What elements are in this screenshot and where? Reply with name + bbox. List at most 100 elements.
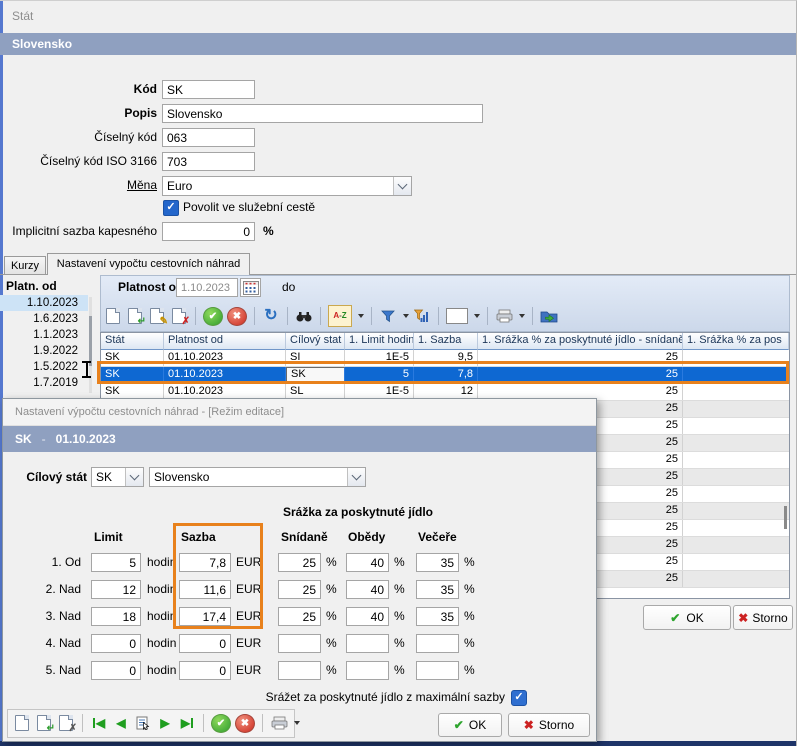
platnost-od-date-input[interactable] [176,278,238,297]
snidane-input[interactable] [278,553,321,572]
obedy-input[interactable] [346,661,389,680]
obedy-input[interactable] [346,553,389,572]
column-header[interactable]: Platnost od [164,333,286,350]
print-icon[interactable] [270,714,288,732]
tab-kurzy[interactable]: Kurzy [4,256,46,275]
vecere-input[interactable] [416,661,459,680]
first-record-icon[interactable]: ◀ [90,714,108,732]
vecere-input[interactable] [416,607,459,626]
column-header[interactable]: 1. Srážka % za poskytnuté jídlo - snídan… [478,333,683,350]
cilovy-name-dropdown-button[interactable] [347,468,365,486]
obedy-input[interactable] [346,607,389,626]
sazba-input[interactable] [179,634,231,653]
iso-kod-input[interactable] [162,152,255,171]
list-item[interactable]: 1.9.2022 [0,343,88,359]
table-row[interactable]: SK 01.10.2023 SI 1E-5 9,5 25 [101,350,789,367]
last-record-icon[interactable]: ▶ [178,714,196,732]
search-icon[interactable] [295,307,313,325]
mena-label[interactable]: Měna [2,176,157,195]
refresh-icon[interactable]: ↻ [262,307,280,325]
filter-graph-icon[interactable] [413,307,431,325]
dialog-ok-button[interactable]: ✔ OK [438,713,502,737]
snidane-input[interactable] [278,607,321,626]
popis-input[interactable] [162,104,483,123]
print-dropdown-icon[interactable] [294,721,300,725]
next-record-icon[interactable]: ▶ [156,714,174,732]
snidane-input[interactable] [278,580,321,599]
tab-nastaveni-nahrad[interactable]: Nastavení vypočtu cestovních náhrad [47,253,250,275]
limit-input[interactable] [91,661,141,680]
vecere-input[interactable] [416,553,459,572]
column-header[interactable]: Stát [101,333,164,350]
column-header[interactable]: 1. Srážka % za pos [683,333,789,350]
limit-input[interactable] [91,607,141,626]
vecere-input[interactable] [416,634,459,653]
sort-dropdown-icon[interactable] [358,314,364,318]
snidane-input[interactable] [278,661,321,680]
chevron-down-icon [352,471,362,481]
cilovy-code-dropdown-button[interactable] [125,468,143,486]
cilovy-stat-name-combobox[interactable]: Slovensko [149,467,366,487]
sazba-input[interactable] [179,661,231,680]
delete-record-icon[interactable]: ✗ [57,714,75,732]
ciselny-kod-input[interactable] [162,128,255,147]
columns-dropdown-icon[interactable] [474,314,480,318]
open-record-icon[interactable]: ↵ [126,307,144,325]
print-icon[interactable] [495,307,513,325]
confirm-icon[interactable]: ✔ [203,307,223,326]
print-dropdown-icon[interactable] [519,314,525,318]
columns-icon[interactable] [446,308,468,324]
table-row-selected[interactable]: SK 01.10.2023 SK 5 7,8 25 [101,367,789,384]
open-record-icon[interactable]: ↵ [35,714,53,732]
calendar-icon [243,281,259,295]
list-scrollbar-thumb[interactable] [89,316,92,366]
dialog-storno-button[interactable]: ✖ Storno [508,713,590,737]
povolit-checkbox[interactable]: ✓ [163,200,179,216]
sazba-column-header: Sazba [181,530,216,544]
confirm-icon[interactable]: ✔ [211,714,231,733]
kod-input[interactable] [162,80,255,99]
obedy-input[interactable] [346,634,389,653]
sazba-input[interactable] [179,607,231,626]
limit-input[interactable] [91,580,141,599]
ok-button[interactable]: ✔ OK [643,605,731,630]
kapesne-input[interactable] [162,222,255,241]
filter-icon[interactable] [379,307,397,325]
column-header[interactable]: 1. Sazba [414,333,478,350]
text-cursor [82,361,91,378]
new-record-icon[interactable] [13,714,31,732]
obedy-input[interactable] [346,580,389,599]
cancel-icon[interactable]: ✖ [235,714,255,733]
cancel-icon[interactable]: ✖ [227,307,247,326]
new-record-icon[interactable] [104,307,122,325]
cilovy-stat-code-combobox[interactable]: SK [91,467,144,487]
storno-button[interactable]: ✖ Storno [733,605,793,630]
delete-record-icon[interactable]: ✗ [170,307,188,325]
record-source-icon[interactable] [134,714,152,732]
mena-dropdown-button[interactable] [393,177,411,195]
sazba-input[interactable] [179,580,231,599]
table-scrollbar-thumb[interactable] [784,506,787,529]
list-item[interactable]: 1.7.2019 [0,375,88,391]
limit-input[interactable] [91,634,141,653]
column-header[interactable]: Cílový stat [286,333,345,350]
list-item[interactable]: 1.5.2022 [0,359,88,375]
list-item[interactable]: 1.10.2023 [0,295,88,311]
calendar-button[interactable] [240,278,261,297]
sazba-input[interactable] [179,553,231,572]
snidane-input[interactable] [278,634,321,653]
filter-dropdown-icon[interactable] [403,314,409,318]
list-item[interactable]: 1.1.2023 [0,327,88,343]
limit-input[interactable] [91,553,141,572]
table-header-row: Stát Platnost od Cílový stat 1. Limit ho… [101,333,789,350]
mena-combobox[interactable]: Euro [162,176,412,196]
list-item[interactable]: 1.6.2023 [0,311,88,327]
column-header[interactable]: 1. Limit hodin [345,333,414,350]
previous-record-icon[interactable]: ◀ [112,714,130,732]
export-icon[interactable] [540,307,558,325]
sort-az-icon[interactable]: A-Z [328,305,352,327]
vecere-input[interactable] [416,580,459,599]
srazet-max-checkbox[interactable]: ✓ [511,690,527,706]
edit-cell[interactable]: SK [286,367,345,383]
edit-record-icon[interactable]: ✎ [148,307,166,325]
